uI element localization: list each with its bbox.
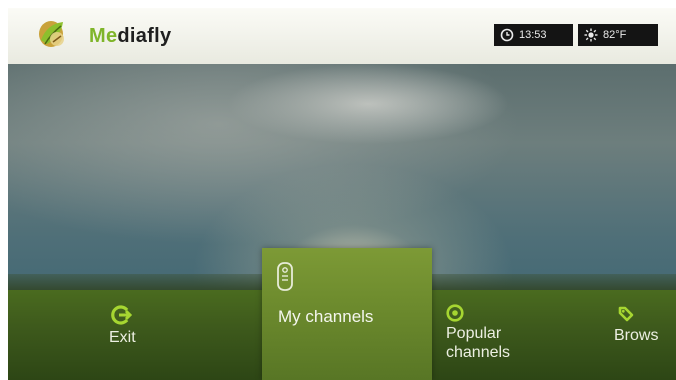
my-channels-label: My channels (278, 307, 374, 326)
time-text: 13:53 (519, 29, 547, 41)
exit-arrow-icon (111, 305, 132, 325)
weather-display: 82°F (578, 24, 658, 46)
menu-item-my-channels[interactable]: My channels (262, 248, 432, 380)
temperature-text: 82°F (603, 29, 627, 41)
clock-icon (500, 28, 514, 42)
menu-item-exit[interactable]: Exit (109, 304, 136, 347)
menu-item-popular-channels[interactable]: Popular channels (446, 304, 510, 362)
brand-name: Mediafly (89, 25, 171, 48)
sun-icon (584, 28, 598, 42)
popular-icon (446, 304, 464, 322)
mediafly-screen: Mediafly 13:53 82°F Exit My channels Pop… (0, 0, 676, 380)
remote-icon (277, 262, 293, 291)
brand-suffix: diafly (117, 25, 172, 47)
clock-display: 13:53 (494, 24, 573, 46)
popular-label-line2: channels (446, 344, 511, 361)
browse-icon (618, 306, 634, 322)
popular-label-line1: Popular (446, 325, 502, 342)
exit-label: Exit (109, 329, 136, 346)
top-border (0, 0, 676, 8)
browse-label: Brows (614, 327, 659, 344)
menu-item-browse[interactable]: Brows (614, 304, 658, 345)
brand-prefix: Me (89, 25, 118, 47)
header-bar: Mediafly 13:53 82°F (8, 8, 676, 64)
mediafly-leaf-logo-icon (39, 21, 64, 47)
